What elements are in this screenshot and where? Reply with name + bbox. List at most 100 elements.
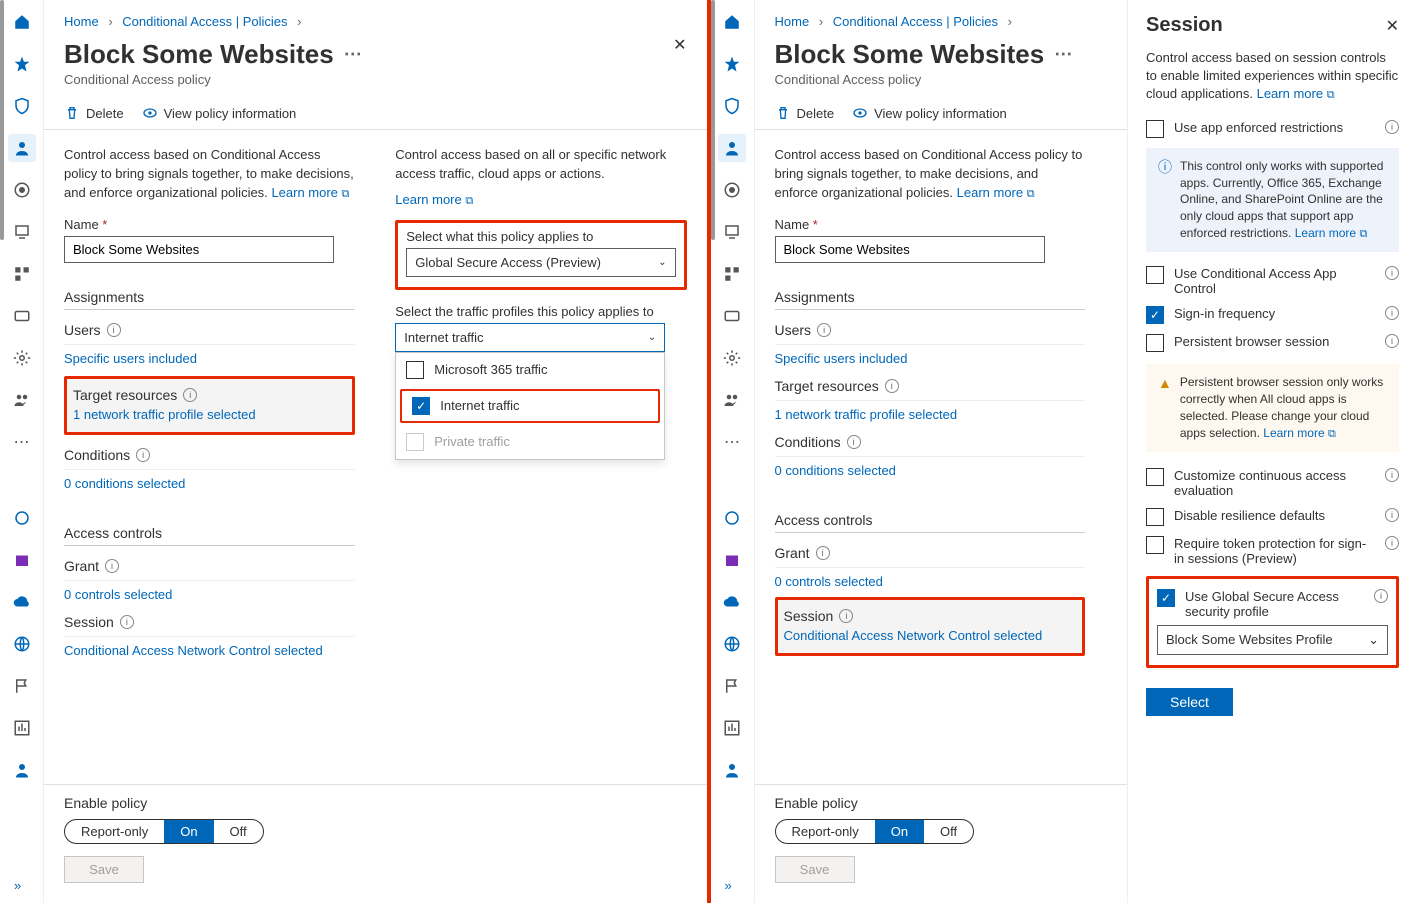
- info-icon[interactable]: i: [885, 379, 899, 393]
- chart-icon[interactable]: [8, 714, 36, 742]
- close-icon[interactable]: ✕: [673, 35, 686, 55]
- grant-value[interactable]: 0 controls selected: [64, 587, 355, 602]
- info-icon[interactable]: i: [105, 559, 119, 573]
- cloud-icon[interactable]: [8, 588, 36, 616]
- info-icon[interactable]: i: [847, 435, 861, 449]
- expand-nav-icon[interactable]: »: [14, 878, 21, 893]
- session-row[interactable]: Session i: [64, 614, 355, 637]
- device-icon[interactable]: [718, 218, 746, 246]
- learn-more-link[interactable]: Learn more ⧉: [271, 185, 349, 200]
- breadcrumb-home[interactable]: Home: [64, 14, 99, 29]
- info-icon[interactable]: i: [107, 323, 121, 337]
- info-icon[interactable]: i: [1385, 266, 1399, 280]
- session-value[interactable]: Conditional Access Network Control selec…: [64, 643, 355, 658]
- info-icon[interactable]: i: [1385, 508, 1399, 522]
- breadcrumb-home[interactable]: Home: [775, 14, 810, 29]
- delete-button[interactable]: Delete: [64, 105, 124, 121]
- session-value[interactable]: Conditional Access Network Control selec…: [778, 628, 1082, 653]
- more-icon[interactable]: ⋯: [8, 428, 36, 456]
- users-value[interactable]: Specific users included: [64, 351, 355, 366]
- info-icon[interactable]: i: [816, 546, 830, 560]
- id-icon[interactable]: [718, 302, 746, 330]
- enable-policy-toggle[interactable]: Report-only On Off: [64, 819, 264, 844]
- info-icon[interactable]: i: [1385, 334, 1399, 348]
- conditions-row[interactable]: Conditions i: [64, 447, 355, 470]
- toggle-on[interactable]: On: [875, 820, 924, 843]
- gear-icon[interactable]: [8, 344, 36, 372]
- learn-more-link[interactable]: Learn more ⧉: [1263, 426, 1336, 440]
- home-icon[interactable]: [8, 8, 36, 36]
- info-icon[interactable]: i: [1385, 306, 1399, 320]
- box-icon[interactable]: [718, 546, 746, 574]
- security-icon[interactable]: [8, 176, 36, 204]
- grant-value[interactable]: 0 controls selected: [775, 574, 1085, 589]
- check-resilience[interactable]: Disable resilience defaultsi: [1146, 508, 1399, 526]
- security-profile-select[interactable]: Block Some Websites Profile⌄: [1157, 625, 1388, 655]
- shield-icon[interactable]: [718, 92, 746, 120]
- apps-icon[interactable]: [718, 260, 746, 288]
- info-icon[interactable]: i: [1385, 536, 1399, 550]
- info-icon[interactable]: i: [136, 448, 150, 462]
- star-icon[interactable]: [718, 50, 746, 78]
- option-m365[interactable]: Microsoft 365 traffic: [396, 353, 664, 387]
- target-resources-row[interactable]: Target resources i: [67, 379, 352, 407]
- users-row[interactable]: Users i: [64, 322, 355, 345]
- info-icon[interactable]: i: [120, 615, 134, 629]
- expand-nav-icon[interactable]: »: [725, 878, 732, 893]
- learn-more-link[interactable]: Learn more ⧉: [957, 185, 1035, 200]
- check-gsa-profile[interactable]: ✓Use Global Secure Access security profi…: [1157, 589, 1388, 619]
- globe2-icon[interactable]: [718, 630, 746, 658]
- chart-icon[interactable]: [718, 714, 746, 742]
- security-icon[interactable]: [718, 176, 746, 204]
- learn-more-link[interactable]: Learn more ⧉: [395, 192, 686, 208]
- traffic-profiles-select[interactable]: Internet traffic⌄: [395, 323, 665, 352]
- home-icon[interactable]: [718, 8, 746, 36]
- user-icon[interactable]: [718, 134, 746, 162]
- group-icon[interactable]: [718, 386, 746, 414]
- id-icon[interactable]: [8, 302, 36, 330]
- toggle-on[interactable]: On: [164, 820, 213, 843]
- check-app-control[interactable]: Use Conditional Access App Controli: [1146, 266, 1399, 296]
- target-resources-row[interactable]: Target resources i: [775, 378, 1085, 401]
- option-internet[interactable]: ✓Internet traffic: [408, 395, 652, 417]
- toggle-report-only[interactable]: Report-only: [776, 820, 875, 843]
- more-actions-icon[interactable]: ⋯: [1054, 44, 1072, 65]
- policy-applies-select[interactable]: Global Secure Access (Preview)⌄: [406, 248, 675, 277]
- info-icon[interactable]: i: [1374, 589, 1388, 603]
- conditions-value[interactable]: 0 conditions selected: [64, 476, 355, 491]
- target-resources-value[interactable]: 1 network traffic profile selected: [775, 407, 1085, 422]
- flag-icon[interactable]: [718, 672, 746, 700]
- person2-icon[interactable]: [718, 756, 746, 784]
- apps-icon[interactable]: [8, 260, 36, 288]
- info-icon[interactable]: i: [1385, 120, 1399, 134]
- learn-more-link[interactable]: Learn more ⧉: [1257, 86, 1335, 101]
- users-value[interactable]: Specific users included: [775, 351, 1085, 366]
- info-icon[interactable]: i: [839, 609, 853, 623]
- conditions-row[interactable]: Conditions i: [775, 434, 1085, 457]
- check-persistent-browser[interactable]: Persistent browser sessioni: [1146, 334, 1399, 352]
- user-icon[interactable]: [8, 134, 36, 162]
- more-actions-icon[interactable]: ⋯: [344, 44, 362, 65]
- defender-icon[interactable]: [718, 504, 746, 532]
- info-icon[interactable]: i: [1385, 468, 1399, 482]
- check-signin-freq[interactable]: ✓Sign-in frequencyi: [1146, 306, 1399, 324]
- conditions-value[interactable]: 0 conditions selected: [775, 463, 1085, 478]
- breadcrumb-policies[interactable]: Conditional Access | Policies: [833, 14, 998, 29]
- toggle-report-only[interactable]: Report-only: [65, 820, 164, 843]
- grant-row[interactable]: Grant i: [64, 558, 355, 581]
- device-icon[interactable]: [8, 218, 36, 246]
- target-resources-value[interactable]: 1 network traffic profile selected: [67, 407, 352, 432]
- toggle-off[interactable]: Off: [924, 820, 973, 843]
- select-button[interactable]: Select: [1146, 688, 1233, 716]
- name-input[interactable]: [775, 236, 1045, 263]
- breadcrumb-policies[interactable]: Conditional Access | Policies: [122, 14, 287, 29]
- grant-row[interactable]: Grant i: [775, 545, 1085, 568]
- users-row[interactable]: Users i: [775, 322, 1085, 345]
- info-icon[interactable]: i: [183, 388, 197, 402]
- check-cae[interactable]: Customize continuous access evaluationi: [1146, 468, 1399, 498]
- delete-button[interactable]: Delete: [775, 105, 835, 121]
- check-token-protection[interactable]: Require token protection for sign-in ses…: [1146, 536, 1399, 566]
- session-row[interactable]: Session i: [778, 600, 1082, 628]
- box-icon[interactable]: [8, 546, 36, 574]
- group-icon[interactable]: [8, 386, 36, 414]
